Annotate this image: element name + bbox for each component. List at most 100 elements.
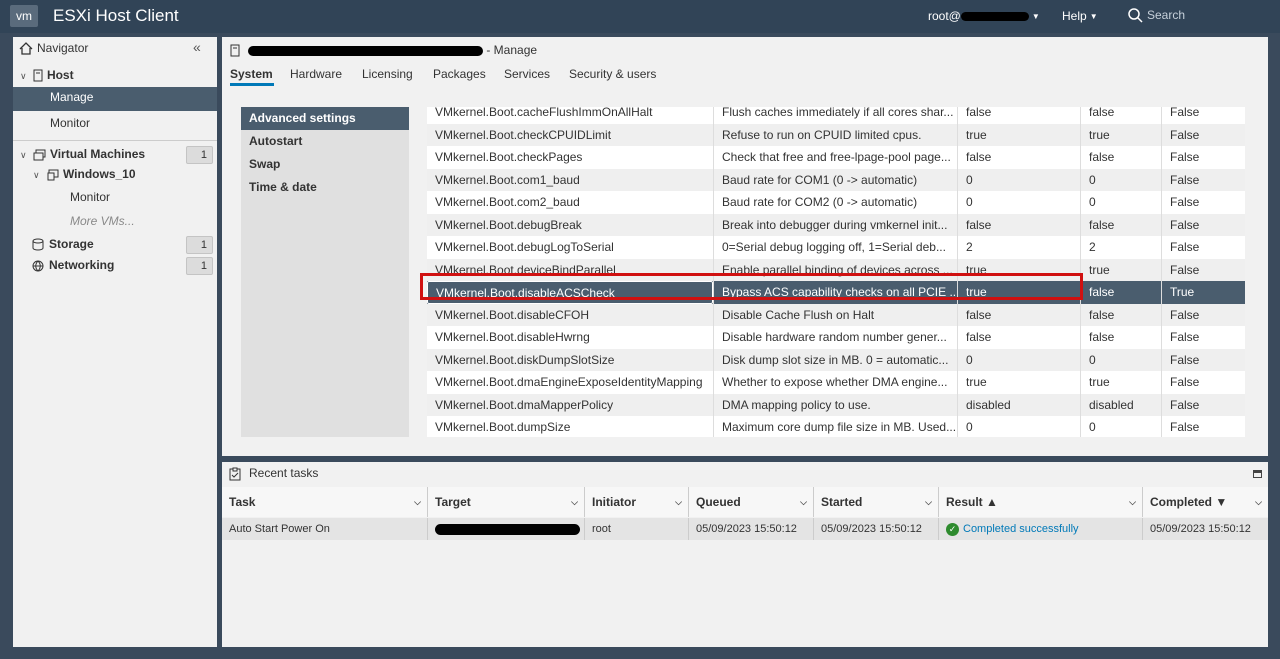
page-title: - Manage — [230, 43, 537, 57]
setting-default-cell: false — [1080, 281, 1161, 304]
host-icon — [230, 44, 240, 57]
host-icon — [33, 69, 43, 82]
nav-host-label: Host — [46, 68, 74, 82]
nav-divider — [13, 140, 217, 141]
col-completed-label: Completed ▼ — [1150, 495, 1228, 509]
home-icon — [19, 42, 33, 55]
nav-host[interactable]: ∨ Host — [20, 68, 74, 82]
setting-default-cell: 2 — [1080, 236, 1161, 259]
col-queued[interactable]: Queued ⌵ — [688, 487, 813, 517]
col-completed[interactable]: Completed ▼ ⌵ — [1142, 487, 1268, 517]
setting-key-cell: VMkernel.Boot.disableHwrng — [435, 330, 590, 344]
chevron-down-icon[interactable]: ⌵ — [925, 487, 932, 517]
setting-overridden-cell: False — [1161, 348, 1245, 371]
setting-description-cell: Whether to expose whether DMA engine... — [713, 371, 957, 394]
nav-host-monitor[interactable]: Monitor — [50, 116, 90, 130]
nav-vm-name: Windows_10 — [62, 167, 136, 181]
subnav-time-date[interactable]: Time & date — [241, 176, 409, 199]
setting-key-cell: VMkernel.Boot.dmaMapperPolicy — [435, 397, 614, 412]
setting-value-cell: false — [957, 107, 1080, 124]
nav-host-manage[interactable]: Manage — [13, 87, 217, 111]
col-initiator[interactable]: Initiator ⌵ — [584, 487, 688, 517]
clipboard-icon — [229, 467, 241, 481]
chevron-down-icon: ▼ — [1031, 12, 1040, 22]
target-cell[interactable] — [427, 518, 584, 540]
col-initiator-label: Initiator — [592, 495, 636, 509]
nav-more-vms-label: More VMs... — [70, 214, 135, 228]
user-menu[interactable]: root@ ▼ — [928, 9, 1040, 23]
chevron-down-icon[interactable]: ⌵ — [1255, 487, 1262, 517]
tab-services[interactable]: Services — [504, 67, 550, 81]
setting-default-cell: false — [1080, 326, 1161, 349]
storage-icon — [32, 238, 44, 251]
recent-tasks-header: Recent tasks — [229, 466, 318, 481]
tab-security-users[interactable]: Security & users — [569, 67, 656, 81]
table-row[interactable]: VMkernel.Boot.diskDumpSlotSize Disk dump … — [427, 348, 1245, 371]
minimize-panel-icon[interactable] — [1253, 470, 1262, 478]
col-started[interactable]: Started ⌵ — [813, 487, 938, 517]
setting-description-cell: Disable hardware random number gener... — [713, 326, 957, 349]
chevron-down-icon[interactable]: ⌵ — [800, 487, 807, 517]
table-row[interactable]: VMkernel.Boot.debugBreak Break into debug… — [427, 213, 1245, 236]
table-row[interactable]: VMkernel.Boot.dmaMapperPolicy DMA mapping… — [427, 393, 1245, 416]
result-text: Completed successfully — [963, 523, 1079, 535]
networking-icon — [32, 260, 44, 272]
chevron-down-icon[interactable]: ⌵ — [571, 487, 578, 517]
setting-overridden-cell: False — [1161, 303, 1245, 326]
setting-key-cell: VMkernel.Boot.debugLogToSerial — [435, 240, 614, 254]
col-result[interactable]: Result ▲ ⌵ — [938, 487, 1142, 517]
chevron-down-icon[interactable]: ⌵ — [414, 487, 421, 517]
table-row[interactable]: VMkernel.Boot.dmaEngineExposeIdentityMap… — [427, 371, 1245, 394]
table-row[interactable]: VMkernel.Boot.com2_baud Baud rate for COM… — [427, 191, 1245, 214]
table-row[interactable]: VMkernel.Boot.checkCPUIDLimit Refuse to r… — [427, 123, 1245, 146]
table-row[interactable]: VMkernel.Boot.disableCFOH Disable Cache F… — [427, 303, 1245, 326]
nav-storage[interactable]: Storage — [32, 237, 94, 251]
nav-virtual-machines[interactable]: ∨ Virtual Machines — [20, 147, 145, 161]
tab-packages[interactable]: Packages — [433, 67, 486, 81]
col-task[interactable]: Task ⌵ — [222, 487, 427, 517]
setting-value-cell: true — [957, 123, 1080, 146]
table-row[interactable]: VMkernel.Boot.debugLogToSerial 0=Serial d… — [427, 236, 1245, 259]
setting-description-cell: 0=Serial debug logging off, 1=Serial deb… — [713, 236, 957, 259]
setting-description-cell: Check that free and free-lpage-pool page… — [713, 146, 957, 169]
subnav-advanced-settings[interactable]: Advanced settings — [241, 107, 409, 130]
tab-hardware[interactable]: Hardware — [290, 67, 342, 81]
tab-system[interactable]: System — [230, 67, 273, 81]
help-menu[interactable]: Help ▼ — [1062, 9, 1098, 23]
setting-value-cell: 0 — [957, 348, 1080, 371]
setting-default-cell: disabled — [1080, 393, 1161, 416]
chevron-down-icon[interactable]: ⌵ — [1129, 487, 1136, 517]
table-row[interactable]: VMkernel.Boot.checkPages Check that free … — [427, 146, 1245, 169]
setting-default-cell: false — [1080, 107, 1161, 124]
setting-overridden-cell: False — [1161, 107, 1245, 124]
subnav-swap[interactable]: Swap — [241, 153, 409, 176]
table-row[interactable]: VMkernel.Boot.dumpSize Maximum core dump … — [427, 416, 1245, 437]
setting-overridden-cell: False — [1161, 371, 1245, 394]
networking-count-badge: 1 — [186, 257, 213, 275]
tab-licensing[interactable]: Licensing — [362, 67, 413, 81]
table-row[interactable]: VMkernel.Boot.cacheFlushImmOnAllHalt Flus… — [427, 107, 1245, 124]
subnav-autostart[interactable]: Autostart — [241, 130, 409, 153]
recent-tasks-panel: Recent tasks Task ⌵ Target ⌵ Initiator ⌵ Qu… — [222, 462, 1268, 647]
search-box[interactable]: Search — [1128, 8, 1185, 23]
navigator-title: Navigator — [37, 41, 89, 55]
setting-description-cell: Flush caches immediately if all cores sh… — [713, 107, 957, 124]
table-row[interactable]: VMkernel.Boot.disableHwrng Disable hardwa… — [427, 326, 1245, 349]
setting-overridden-cell: False — [1161, 236, 1245, 259]
nav-vm-monitor[interactable]: Monitor — [70, 190, 110, 204]
chevron-down-icon[interactable]: ⌵ — [675, 487, 682, 517]
success-check-icon: ✓ — [946, 522, 959, 536]
setting-key-cell: VMkernel.Boot.debugBreak — [435, 217, 582, 232]
col-result-label: Result ▲ — [946, 495, 998, 509]
nav-more-vms[interactable]: More VMs... — [70, 214, 135, 228]
vmware-logo: vm — [10, 5, 38, 27]
help-label: Help — [1062, 9, 1087, 23]
nav-networking[interactable]: Networking — [32, 258, 114, 272]
nav-vm-windows-10[interactable]: ∨ Windows_10 — [33, 167, 136, 181]
collapse-navigator-icon[interactable]: « — [193, 39, 201, 55]
setting-description-cell: Refuse to run on CPUID limited cpus. — [713, 123, 957, 146]
col-target[interactable]: Target ⌵ — [427, 487, 584, 517]
setting-key-cell: VMkernel.Boot.com2_baud — [435, 195, 580, 209]
table-row[interactable]: VMkernel.Boot.com1_baud Baud rate for COM… — [427, 168, 1245, 191]
recent-tasks-title: Recent tasks — [249, 466, 319, 480]
